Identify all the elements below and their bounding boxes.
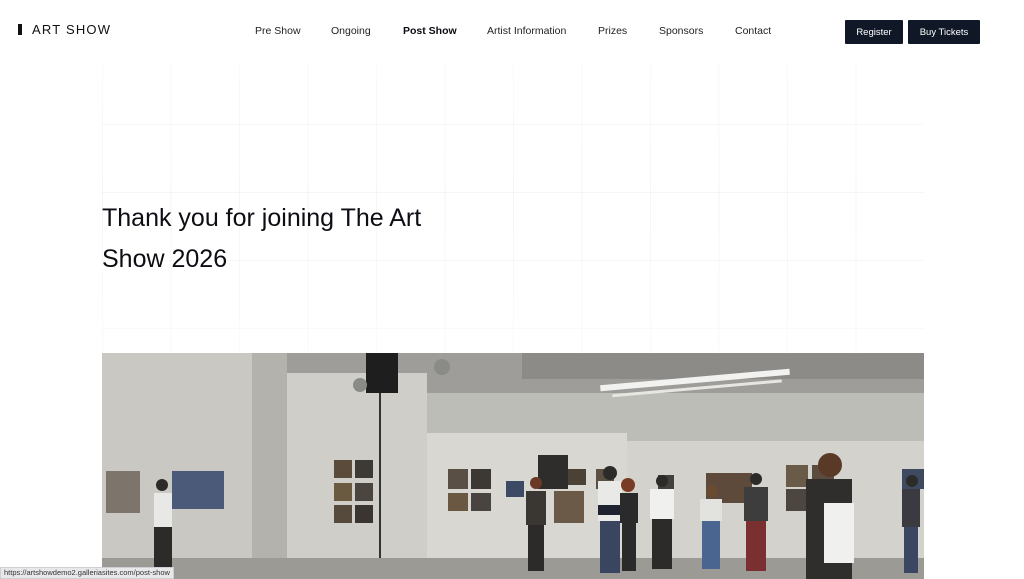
nav-item-post-show[interactable]: Post Show [403,25,457,37]
gallery-photo [102,353,924,579]
buy-tickets-button[interactable]: Buy Tickets [908,20,980,44]
nav-item-sponsors[interactable]: Sponsors [659,25,703,37]
site-logo[interactable]: ART SHOW [18,22,111,37]
nav-item-prizes[interactable]: Prizes [598,25,627,37]
register-button[interactable]: Register [845,20,903,44]
nav-item-contact[interactable]: Contact [735,25,771,37]
nav-item-pre-show[interactable]: Pre Show [255,25,301,37]
logo-text: ART SHOW [32,22,112,37]
nav-item-artist-information[interactable]: Artist Information [487,25,566,37]
logo-mark [18,24,22,35]
hero-title: Thank you for joining The Art Show 2026 [102,204,422,273]
status-bar-url: https://artshowdemo2.galleriasites.com/p… [0,567,174,579]
nav-item-ongoing[interactable]: Ongoing [331,25,371,37]
site-header: ART SHOW Pre Show Ongoing Post Show Arti… [0,0,1024,64]
